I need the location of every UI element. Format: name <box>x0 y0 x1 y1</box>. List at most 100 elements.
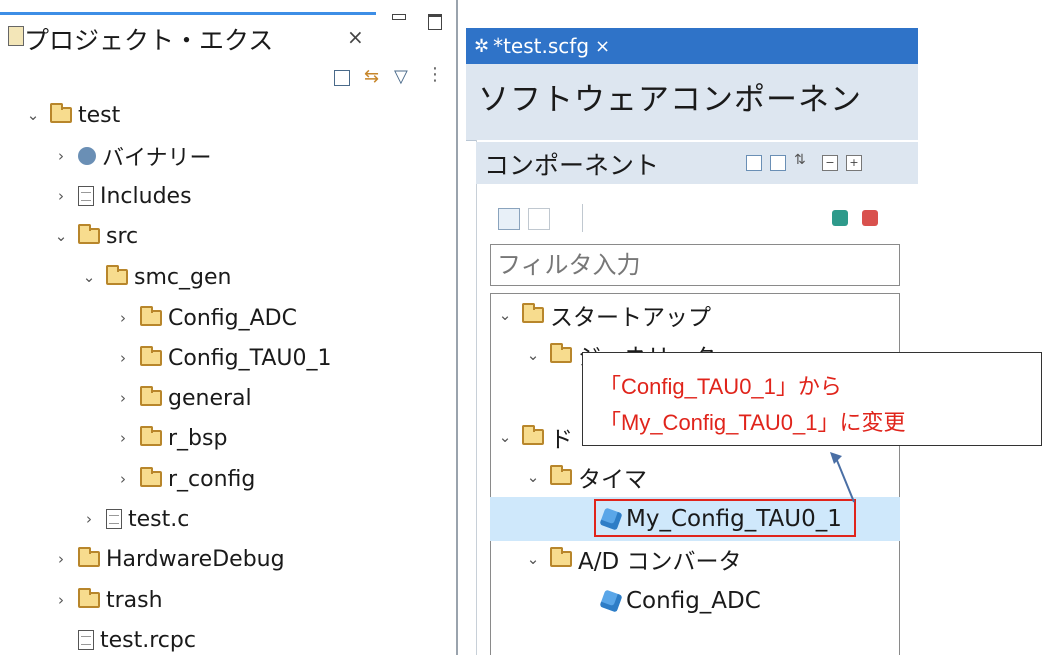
filter-input[interactable]: フィルタ入力 <box>490 244 900 286</box>
minimize-icon[interactable] <box>392 14 406 20</box>
tree-item-config-adc[interactable]: › Config_ADC <box>112 298 297 338</box>
annotation-callout: 「Config_TAU0_1」から 「My_Config_TAU0_1」に変更 <box>582 352 1042 446</box>
toolbar-separator <box>582 204 583 232</box>
tree-item-label: HardwareDebug <box>106 546 285 572</box>
chevron-right-icon[interactable]: › <box>112 470 134 488</box>
tree-item-label: r_config <box>168 466 256 492</box>
source-folder-icon <box>78 224 100 244</box>
binaries-icon <box>78 147 96 165</box>
tree-item-r-config[interactable]: › r_config <box>112 459 255 499</box>
folder-icon <box>78 547 100 567</box>
page-title: ソフトウェアコンポーネン <box>478 82 862 118</box>
collapse-all-icon[interactable] <box>334 70 350 86</box>
callout-line-2: 「My_Config_TAU0_1」に変更 <box>599 410 906 435</box>
panel-divider[interactable] <box>456 0 458 655</box>
callout-line-1: 「Config_TAU0_1」から <box>599 374 842 399</box>
folder-icon <box>550 343 572 363</box>
chevron-down-icon[interactable]: ⌄ <box>494 428 516 446</box>
tree-item-hardware-debug[interactable]: › HardwareDebug <box>50 539 285 579</box>
flat-view-icon[interactable] <box>528 208 550 230</box>
chevron-down-icon[interactable]: ⌄ <box>522 346 544 364</box>
maximize-icon[interactable] <box>428 14 442 30</box>
tree-item-label: Config_ADC <box>626 588 761 614</box>
highlight-box <box>594 499 856 537</box>
chevron-down-icon[interactable]: ⌄ <box>78 268 100 286</box>
chevron-right-icon[interactable]: › <box>112 309 134 327</box>
tree-item-config-adc[interactable]: Config_ADC <box>596 582 761 620</box>
tree-item-label: バイナリー <box>102 146 212 171</box>
folder-icon <box>522 425 544 445</box>
folder-icon <box>106 265 128 285</box>
close-icon[interactable]: × <box>347 25 364 49</box>
import-icon[interactable] <box>746 155 762 171</box>
tree-item-r-bsp[interactable]: › r_bsp <box>112 418 227 458</box>
editor-tab-label: *test.scfg <box>493 34 590 58</box>
tree-item-general[interactable]: › general <box>112 378 252 418</box>
chevron-right-icon[interactable]: › <box>50 591 72 609</box>
tree-item-startup[interactable]: ⌄ スタートアップ <box>494 296 711 334</box>
chevron-down-icon[interactable]: ⌄ <box>22 106 44 124</box>
remove-component-icon[interactable] <box>862 210 878 226</box>
chevron-right-icon[interactable]: › <box>78 510 100 528</box>
collapse-all-icon[interactable]: − <box>822 155 838 171</box>
folder-icon <box>78 588 100 608</box>
tree-item-test-rcpc[interactable]: test.rcpc <box>50 620 196 660</box>
chevron-right-icon[interactable]: › <box>112 349 134 367</box>
view-menu-icon[interactable]: ⋮ <box>426 64 444 85</box>
tree-item-label: test <box>78 102 121 128</box>
tree-item-label: smc_gen <box>134 264 232 290</box>
tree-item-label: Includes <box>100 183 192 209</box>
tree-item-timer[interactable]: ⌄ タイマ <box>522 458 647 496</box>
tree-item-binaries[interactable]: › バイナリー <box>50 136 212 176</box>
chevron-right-icon[interactable]: › <box>112 389 134 407</box>
filter-icon[interactable]: ▽ <box>394 66 408 87</box>
project-folder-icon <box>50 103 72 123</box>
chevron-right-icon[interactable]: › <box>50 147 72 165</box>
tree-item-config-tau0-1[interactable]: › Config_TAU0_1 <box>112 338 331 378</box>
project-explorer-tab-label: プロジェクト・エクス <box>24 26 274 55</box>
folder-icon <box>140 467 162 487</box>
expand-all-icon[interactable]: + <box>846 155 862 171</box>
tree-item-smc-gen[interactable]: ⌄ smc_gen <box>78 257 232 297</box>
folder-icon <box>140 386 162 406</box>
tree-item-label: test.c <box>128 506 190 532</box>
chevron-down-icon[interactable]: ⌄ <box>50 227 72 245</box>
tree-item-ad-converter[interactable]: ⌄ A/D コンバータ <box>522 540 742 578</box>
chevron-right-icon[interactable]: › <box>112 429 134 447</box>
category-view-icon[interactable] <box>498 208 520 230</box>
tree-item-label: general <box>168 385 252 411</box>
project-explorer-panel: プロジェクト・エクス × ⇆ ▽ ⋮ ⌄ test › バイナリー › Incl… <box>0 0 458 655</box>
chevron-right-icon[interactable]: › <box>50 550 72 568</box>
tree-item-label: Config_TAU0_1 <box>168 345 332 371</box>
chevron-down-icon[interactable]: ⌄ <box>522 468 544 486</box>
chevron-down-icon[interactable]: ⌄ <box>494 306 516 324</box>
close-icon[interactable]: × <box>595 36 610 57</box>
tree-item-test-c[interactable]: › test.c <box>78 499 189 539</box>
tree-item-drivers[interactable]: ⌄ ド <box>494 418 573 456</box>
folder-icon <box>550 465 572 485</box>
component-icon <box>599 589 623 613</box>
editor-tab-test-scfg[interactable]: ✲ *test.scfg × <box>466 28 610 64</box>
tree-item-trash[interactable]: › trash <box>50 580 163 620</box>
tree-item-label: r_bsp <box>168 425 228 451</box>
tree-item-label: trash <box>106 587 163 613</box>
tree-item-label: ド <box>550 427 573 453</box>
tree-item-includes[interactable]: › Includes <box>50 176 192 216</box>
sort-icon[interactable]: ⇅ <box>794 152 806 168</box>
c-file-icon <box>106 509 122 529</box>
tree-item-label: A/D コンバータ <box>578 549 742 575</box>
editor-header: ソフトウェアコンポーネン <box>466 64 918 141</box>
tree-item-test[interactable]: ⌄ test <box>22 95 121 135</box>
folder-icon <box>522 303 544 323</box>
tree-item-src[interactable]: ⌄ src <box>50 216 138 256</box>
link-with-editor-icon[interactable]: ⇆ <box>364 66 379 87</box>
export-icon[interactable] <box>770 155 786 171</box>
project-explorer-tab[interactable]: プロジェクト・エクス × <box>0 12 376 65</box>
section-title: コンポーネント <box>484 151 660 180</box>
tree-item-label: src <box>106 223 139 249</box>
folder-icon <box>550 547 572 567</box>
components-section-header: コンポーネント ⇅ − + <box>476 142 918 184</box>
chevron-right-icon[interactable]: › <box>50 187 72 205</box>
add-component-icon[interactable] <box>832 210 848 226</box>
chevron-down-icon[interactable]: ⌄ <box>522 550 544 568</box>
